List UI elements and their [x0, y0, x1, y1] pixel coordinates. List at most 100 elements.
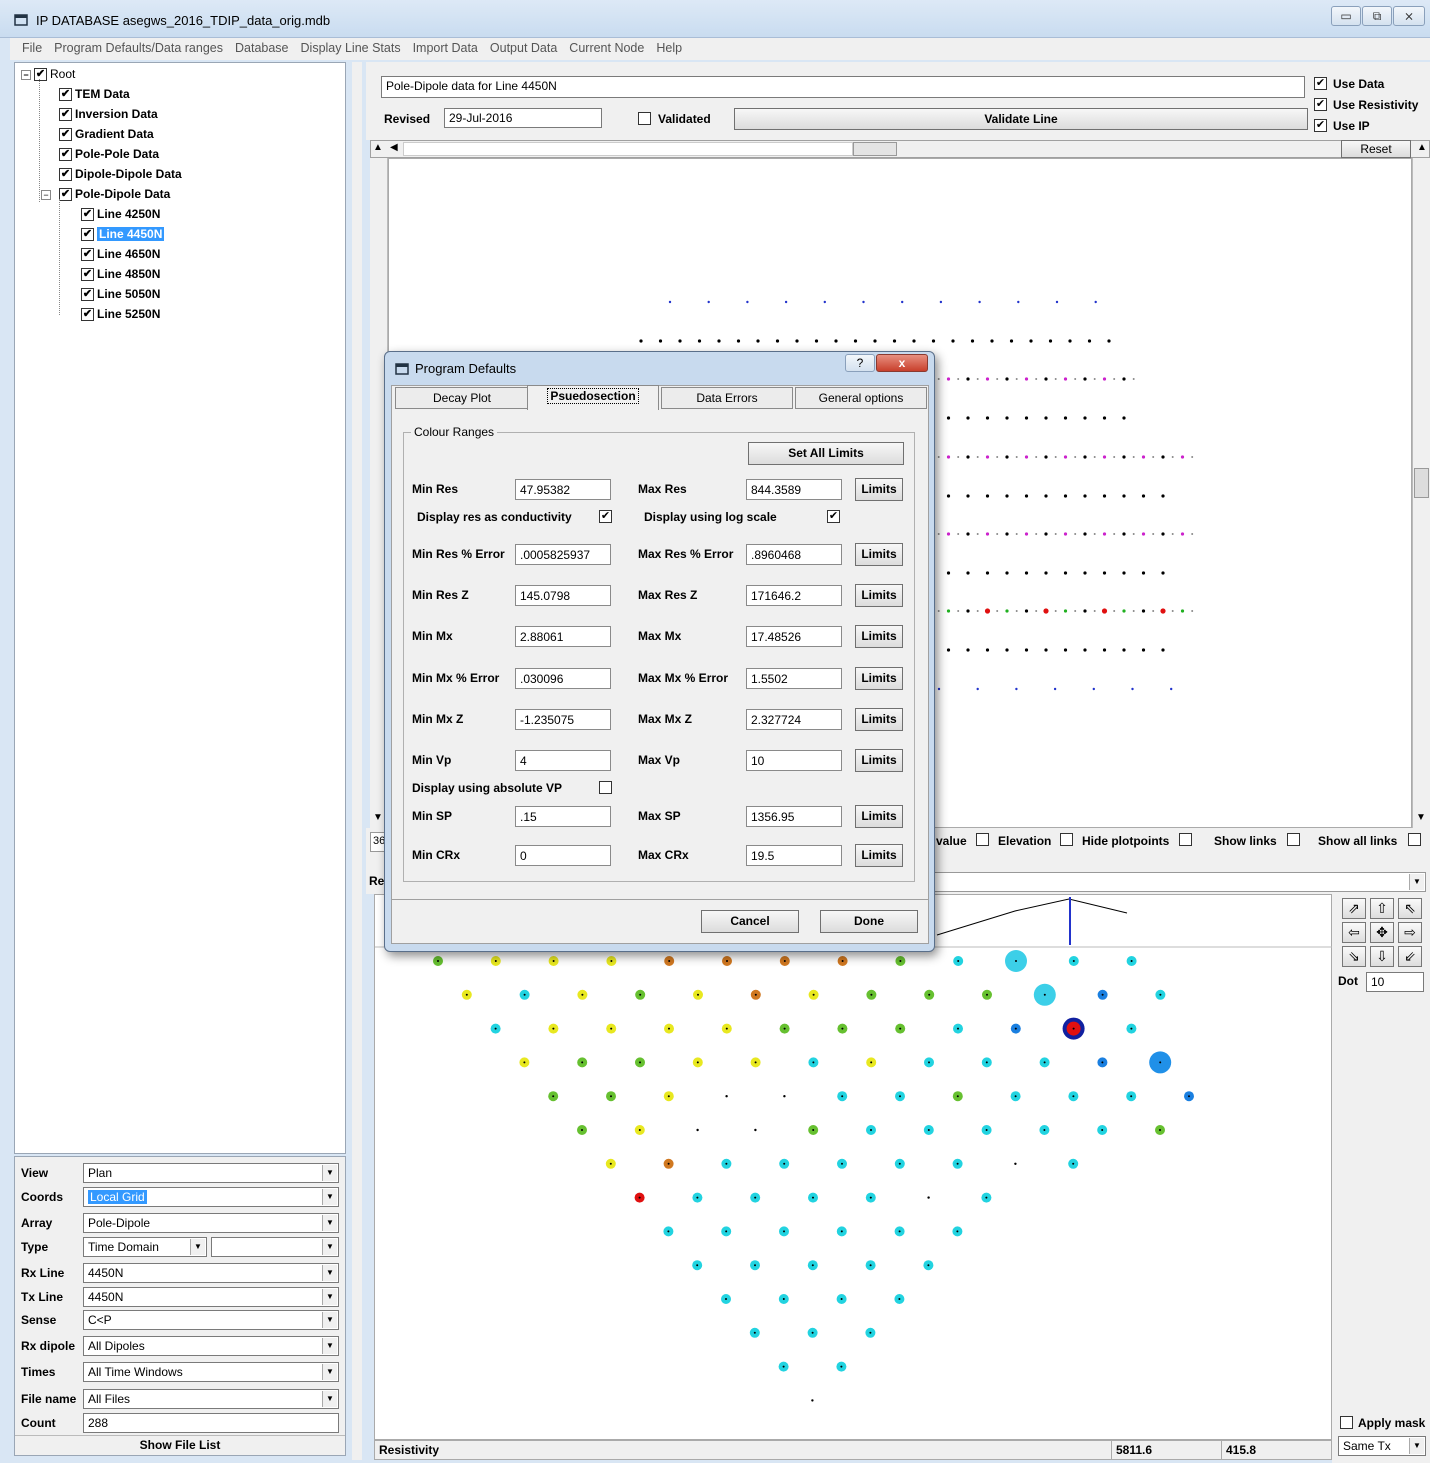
checkbox-icon[interactable]: ✔ — [59, 168, 72, 182]
splitter[interactable] — [352, 62, 362, 1460]
set-all-limits-button[interactable]: Set All Limits — [748, 442, 904, 465]
use-resistivity-checkbox[interactable]: ✔ — [1314, 98, 1327, 111]
max-mx-field[interactable]: 17.48526 — [746, 626, 842, 647]
min-res-err-field[interactable]: .0005825937 — [515, 544, 611, 565]
dropdown-arrow-icon[interactable]: ▼ — [322, 1338, 337, 1354]
tree-item-line[interactable]: ✔ Line 5250N — [81, 307, 160, 322]
min-sp-field[interactable]: .15 — [515, 806, 611, 827]
scroll-thumb[interactable] — [1414, 468, 1429, 498]
reset-button[interactable]: Reset — [1341, 140, 1411, 158]
min-mx-field[interactable]: 2.88061 — [515, 626, 611, 647]
filename-select[interactable]: All Files ▼ — [83, 1389, 339, 1409]
txline-select[interactable]: 4450N ▼ — [83, 1287, 339, 1307]
times-select[interactable]: All Time Windows ▼ — [83, 1362, 339, 1382]
pan-up-left-icon[interactable]: ⇖ — [1398, 898, 1422, 919]
tree-item-pole-dipole-data[interactable]: − ✔ Pole-Dipole Data — [41, 187, 170, 202]
max-mxz-field[interactable]: 2.327724 — [746, 709, 842, 730]
show-all-links-checkbox[interactable] — [1408, 833, 1421, 846]
pan-right-icon[interactable]: ⇨ — [1398, 922, 1422, 943]
scroll-up-icon[interactable]: ▲ — [373, 142, 383, 153]
display-absolute-vp-checkbox[interactable] — [599, 781, 612, 794]
max-res-err-field[interactable]: .8960468 — [746, 544, 842, 565]
scroll-down-icon[interactable]: ▼ — [1416, 812, 1426, 823]
min-vp-field[interactable]: 4 — [515, 750, 611, 771]
res-limits-button[interactable]: Limits — [855, 478, 903, 501]
checkbox-icon[interactable]: ✔ — [81, 208, 94, 222]
use-data-checkbox[interactable]: ✔ — [1314, 77, 1327, 90]
pan-up-icon[interactable]: ⇧ — [1370, 898, 1394, 919]
dialog-close-button[interactable]: x — [876, 354, 928, 372]
checkbox-icon[interactable]: ✔ — [81, 268, 94, 282]
lower-combo[interactable]: ▼ — [926, 872, 1426, 892]
min-mxz-field[interactable]: -1.235075 — [515, 709, 611, 730]
checkbox-icon[interactable]: ✔ — [59, 148, 72, 162]
scroll-down-icon[interactable]: ▼ — [373, 812, 383, 823]
dot-size-field[interactable]: 10 — [1366, 972, 1424, 992]
rxline-select[interactable]: 4450N ▼ — [83, 1263, 339, 1283]
mx-limits-button[interactable]: Limits — [855, 625, 903, 648]
checkbox-icon[interactable]: ✔ — [81, 288, 94, 302]
mxz-limits-button[interactable]: Limits — [855, 708, 903, 731]
checkbox-icon[interactable]: ✔ — [59, 88, 72, 102]
menu-item-display-line-stats[interactable]: Display Line Stats — [301, 41, 401, 55]
sense-select[interactable]: C<P ▼ — [83, 1310, 339, 1330]
max-sp-field[interactable]: 1356.95 — [746, 806, 842, 827]
dropdown-arrow-icon[interactable]: ▼ — [1409, 874, 1424, 890]
dropdown-arrow-icon[interactable]: ▼ — [322, 1364, 337, 1380]
max-resz-field[interactable]: 171646.2 — [746, 585, 842, 606]
menu-item-output-data[interactable]: Output Data — [490, 41, 557, 55]
dropdown-arrow-icon[interactable]: ▼ — [322, 1391, 337, 1407]
display-log-scale-checkbox[interactable]: ✔ — [827, 510, 840, 523]
view-select[interactable]: Plan ▼ — [83, 1163, 339, 1183]
pan-down-right-icon[interactable]: ⇘ — [1342, 946, 1366, 967]
coords-select[interactable]: Local Grid ▼ — [83, 1187, 339, 1207]
hide-plotpoints-checkbox[interactable] — [1179, 833, 1192, 846]
crx-limits-button[interactable]: Limits — [855, 844, 903, 867]
menu-item-import-data[interactable]: Import Data — [413, 41, 478, 55]
checkbox-icon[interactable]: ✔ — [59, 128, 72, 142]
min-crx-field[interactable]: 0 — [515, 845, 611, 866]
right-vscroll[interactable]: ▼ — [1412, 158, 1430, 828]
same-tx-select[interactable]: Same Tx ▼ — [1338, 1436, 1426, 1456]
checkbox-icon[interactable]: ✔ — [59, 108, 72, 122]
dropdown-arrow-icon[interactable]: ▼ — [322, 1165, 337, 1181]
scroll-thumb[interactable] — [853, 142, 897, 156]
display-conductivity-checkbox[interactable]: ✔ — [599, 510, 612, 523]
revised-date-field[interactable]: 29-Jul-2016 — [444, 108, 602, 128]
pan-down-icon[interactable]: ⇩ — [1370, 946, 1394, 967]
value-checkbox[interactable] — [976, 833, 989, 846]
tab-psuedosection[interactable]: Psuedosection — [527, 385, 659, 410]
collapse-icon[interactable]: − — [41, 190, 51, 200]
apply-mask-checkbox[interactable] — [1340, 1416, 1353, 1429]
checkbox-icon[interactable]: ✔ — [34, 68, 47, 82]
tree-item-line[interactable]: ✔ Line 4250N — [81, 207, 160, 222]
min-res-field[interactable]: 47.95382 — [515, 479, 611, 500]
tree-item-line[interactable]: ✔ Line 4850N — [81, 267, 160, 282]
scroll-left-icon[interactable]: ◀ — [390, 142, 398, 153]
rxdipole-select[interactable]: All Dipoles ▼ — [83, 1336, 339, 1356]
pan-center-icon[interactable]: ✥ — [1370, 922, 1394, 943]
max-mx-err-field[interactable]: 1.5502 — [746, 668, 842, 689]
array-select[interactable]: Pole-Dipole ▼ — [83, 1213, 339, 1233]
dropdown-arrow-icon[interactable]: ▼ — [1409, 1438, 1424, 1454]
maximize-button[interactable]: ⧉ — [1362, 6, 1392, 26]
checkbox-icon[interactable]: ✔ — [81, 308, 94, 322]
tab-data-errors[interactable]: Data Errors — [661, 387, 793, 409]
max-crx-field[interactable]: 19.5 — [746, 845, 842, 866]
dropdown-arrow-icon[interactable]: ▼ — [322, 1189, 337, 1205]
scroll-track[interactable] — [403, 142, 853, 156]
tree-item-gradient-data[interactable]: ✔ Gradient Data — [59, 127, 154, 142]
dropdown-arrow-icon[interactable]: ▼ — [322, 1239, 337, 1255]
checkbox-icon[interactable]: ✔ — [81, 248, 94, 262]
type-secondary-select[interactable]: ▼ — [211, 1237, 339, 1257]
min-resz-field[interactable]: 145.0798 — [515, 585, 611, 606]
elevation-checkbox[interactable] — [1060, 833, 1073, 846]
tab-general-options[interactable]: General options — [795, 387, 927, 409]
tree-item-line[interactable]: ✔ Line 4650N — [81, 247, 160, 262]
collapse-icon[interactable]: − — [21, 70, 31, 80]
line-title-field[interactable]: Pole-Dipole data for Line 4450N — [381, 76, 1305, 98]
dropdown-arrow-icon[interactable]: ▼ — [322, 1215, 337, 1231]
tree-item-dipole-dipole-data[interactable]: ✔ Dipole-Dipole Data — [59, 167, 182, 182]
count-select[interactable]: 288 — [83, 1413, 339, 1433]
tree-root[interactable]: − ✔ Root — [21, 67, 75, 82]
